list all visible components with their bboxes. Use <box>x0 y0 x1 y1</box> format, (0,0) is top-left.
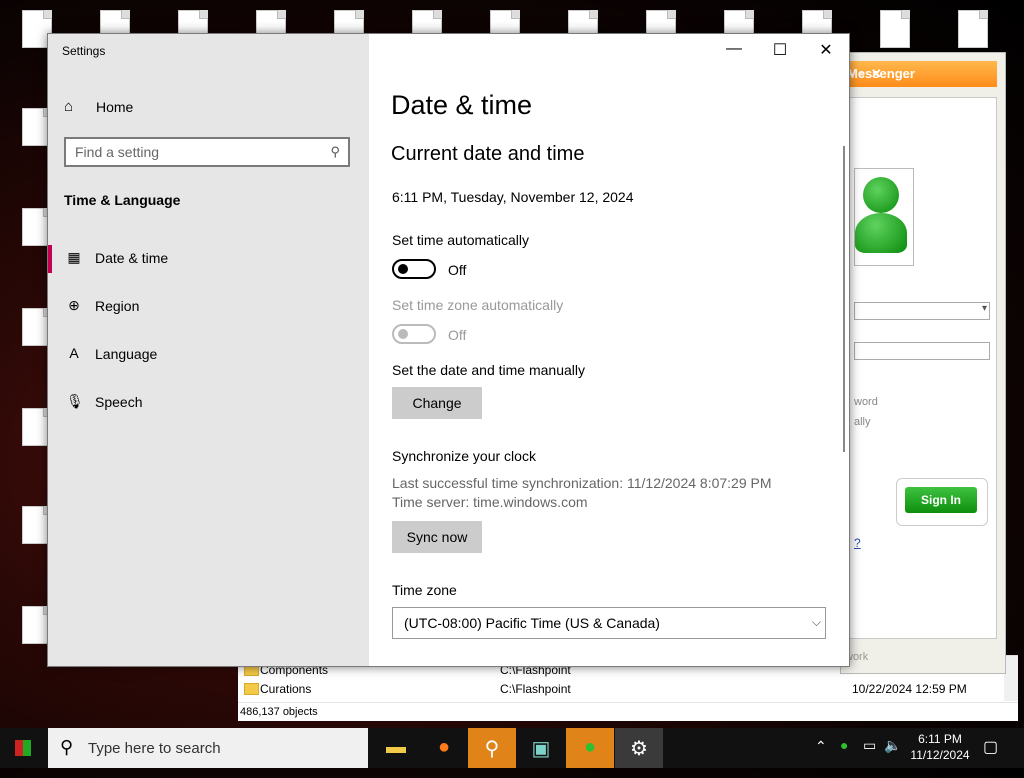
sync-heading: Synchronize your clock <box>392 448 536 464</box>
object-count: 486,137 objects <box>240 706 318 718</box>
toggle-knob <box>398 329 408 339</box>
category-heading: Time & Language <box>64 192 181 208</box>
taskbar: ⚲ ▬ ● ⚲ ▣ ● ⚙ ⌃ ● ▭ 🔈 6:11 PM 11/12/2024… <box>0 728 1024 768</box>
settings-sidebar: Settings ⌂ Home ⚲ Time & Language ▦ Date… <box>48 34 369 666</box>
home-nav-item[interactable]: ⌂ Home <box>64 98 344 118</box>
timezone-label: Time zone <box>392 582 457 598</box>
messenger-link[interactable]: ? <box>854 536 861 550</box>
sidebar-item-language[interactable]: A Language <box>48 335 369 375</box>
messenger-tray-icon[interactable]: ● <box>840 737 848 777</box>
show-hidden-icons-icon[interactable]: ⌃ <box>815 738 827 778</box>
folder-icon: ▬ <box>386 736 406 758</box>
window-app-icon: ▣ <box>531 738 551 760</box>
app-taskbar-button[interactable]: ▣ <box>517 728 565 768</box>
home-icon: ⌂ <box>64 98 74 115</box>
current-datetime: 6:11 PM, Tuesday, November 12, 2024 <box>392 189 634 205</box>
set-time-auto-state: Off <box>448 262 467 278</box>
settings-content: — ☐ ✕ Date & time Current date and time … <box>369 34 849 666</box>
search-icon: ⚲ <box>60 737 74 757</box>
timezone-select[interactable]: (UTC-08:00) Pacific Time (US & Canada) ⌵ <box>392 607 826 639</box>
calendar-clock-icon: ▦ <box>67 249 81 265</box>
find-setting-input[interactable] <box>75 144 315 160</box>
sidebar-item-label: Region <box>95 298 140 314</box>
messenger-titlebar: Messenger ‒▫✕ <box>841 61 997 87</box>
sidebar-item-speech[interactable]: 🎙 Speech <box>48 383 369 423</box>
sidebar-item-label: Speech <box>95 394 143 410</box>
volume-icon[interactable]: 🔈 <box>884 737 901 777</box>
page-title: Date & time <box>391 90 533 120</box>
file-name: Curations <box>260 682 312 696</box>
messenger-panel: word ally Sign In ? <box>847 97 997 639</box>
manual-set-label: Set the date and time manually <box>392 362 586 378</box>
messenger-window-controls[interactable]: ‒▫✕ <box>847 66 993 82</box>
sync-last-text: Last successful time synchronization: 11… <box>392 475 772 491</box>
microphone-icon: 🎙 <box>66 393 84 409</box>
buddy-head-icon <box>863 177 899 213</box>
scrollbar[interactable] <box>1004 656 1018 701</box>
timezone-value: (UTC-08:00) Pacific Time (US & Canada) <box>404 615 660 631</box>
avatar <box>854 168 914 266</box>
notification-icon[interactable]: ▢ <box>983 737 998 777</box>
desktop-file-icon[interactable] <box>958 10 988 48</box>
account-select[interactable] <box>854 302 990 320</box>
globe-icon: ⊕ <box>68 297 80 313</box>
search-icon: ⚲ <box>330 144 340 159</box>
sign-in-auto-text: ally <box>854 416 871 428</box>
minimize-button[interactable]: — <box>711 40 757 60</box>
language-icon: A <box>69 345 79 361</box>
magnifier-icon: ⚲ <box>484 738 500 760</box>
remember-password-text: word <box>854 396 878 408</box>
clock-date: 11/12/2024 <box>910 748 970 762</box>
desktop-file-icon[interactable] <box>880 10 910 48</box>
messenger-buddy-icon: ● <box>583 736 597 758</box>
scrollbar[interactable] <box>843 146 845 452</box>
sign-in-button[interactable]: Sign In <box>905 487 977 513</box>
start-button[interactable] <box>0 728 48 768</box>
maximize-button[interactable]: ☐ <box>757 40 803 60</box>
time-server-text: Time server: time.windows.com <box>392 494 588 510</box>
file-date: 10/22/2024 12:59 PM <box>852 682 967 696</box>
network-icon[interactable]: ▭ <box>863 737 876 777</box>
sidebar-item-label: Date & time <box>95 250 169 266</box>
buddy-body-icon <box>855 213 907 253</box>
window-title: Settings <box>62 44 106 58</box>
status-bar: 486,137 objects <box>238 702 1018 722</box>
file-path: C:\Flashpoint <box>500 682 571 696</box>
folder-icon <box>244 683 259 695</box>
section-heading-current: Current date and time <box>391 143 585 165</box>
close-button[interactable]: ✕ <box>803 40 849 60</box>
messenger-taskbar-button[interactable]: ● <box>566 728 614 768</box>
clock-time: 6:11 PM <box>918 732 962 746</box>
signin-frame: Sign In <box>896 478 988 526</box>
taskbar-clock[interactable]: 6:11 PM 11/12/2024 <box>900 731 980 763</box>
firefox-taskbar-button[interactable]: ● <box>420 728 468 768</box>
taskbar-search[interactable]: ⚲ <box>48 728 368 768</box>
gear-icon: ⚙ <box>630 738 648 760</box>
sidebar-item-date-time[interactable]: ▦ Date & time <box>48 239 369 279</box>
settings-window: Settings ⌂ Home ⚲ Time & Language ▦ Date… <box>47 33 850 667</box>
set-tz-auto-label: Set time zone automatically <box>392 297 564 313</box>
set-tz-auto-state: Off <box>448 327 467 343</box>
taskbar-search-input[interactable] <box>88 739 348 757</box>
messenger-window: Messenger ‒▫✕ word ally Sign In ? work <box>840 52 1006 674</box>
sidebar-item-region[interactable]: ⊕ Region <box>48 287 369 327</box>
toggle-knob <box>398 264 408 274</box>
search-app-taskbar-button[interactable]: ⚲ <box>468 728 516 768</box>
sidebar-item-label: Language <box>95 346 158 362</box>
chevron-down-icon: ⌵ <box>811 615 821 629</box>
set-tz-auto-toggle <box>392 324 436 344</box>
password-input[interactable] <box>854 342 990 360</box>
set-time-auto-label: Set time automatically <box>392 232 529 248</box>
file-explorer-taskbar-button[interactable]: ▬ <box>372 728 420 768</box>
settings-taskbar-button[interactable]: ⚙ <box>615 728 663 768</box>
firefox-icon: ● <box>437 736 451 758</box>
sync-now-button[interactable]: Sync now <box>392 521 482 553</box>
start-logo-icon <box>15 740 31 756</box>
find-setting-box[interactable]: ⚲ <box>64 137 350 167</box>
file-row[interactable]: Curations C:\Flashpoint 10/22/2024 12:59… <box>238 680 1003 699</box>
change-button[interactable]: Change <box>392 387 482 419</box>
set-time-auto-toggle[interactable] <box>392 259 436 279</box>
home-label: Home <box>96 99 134 115</box>
